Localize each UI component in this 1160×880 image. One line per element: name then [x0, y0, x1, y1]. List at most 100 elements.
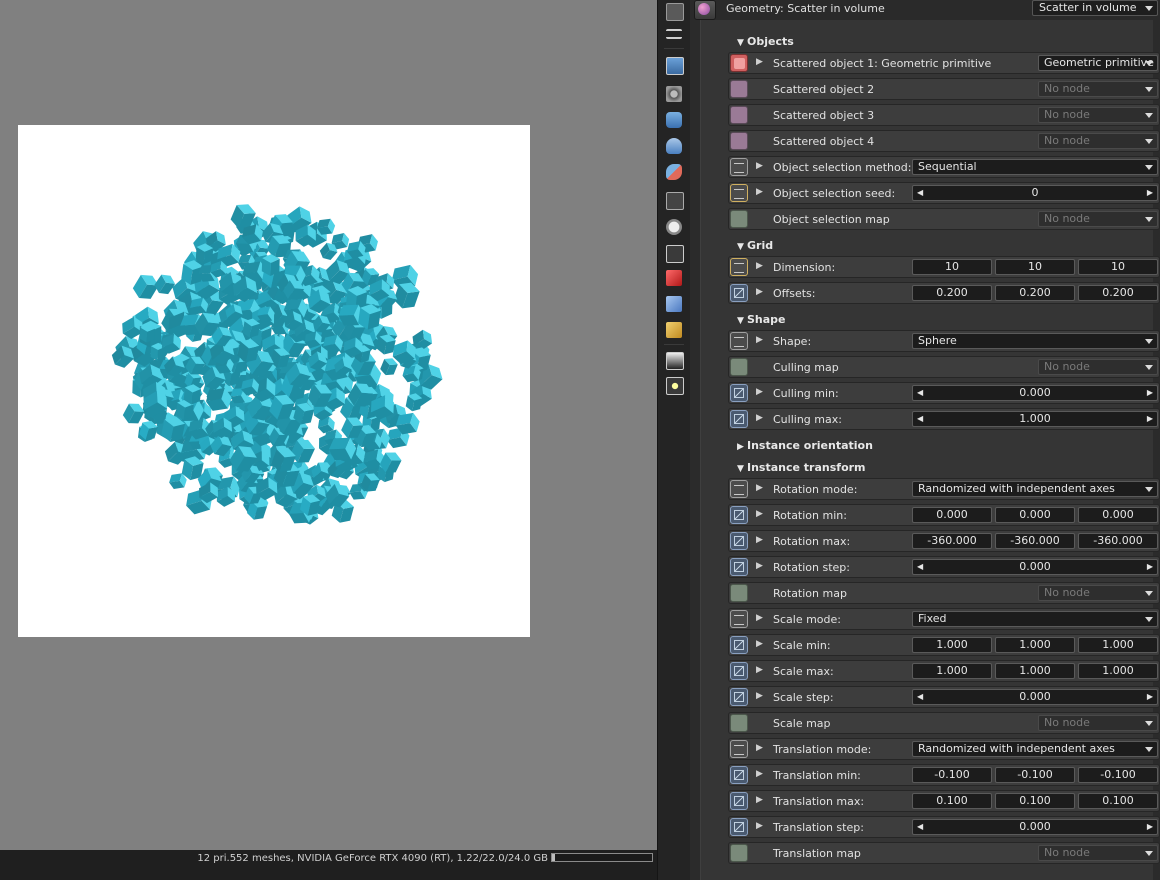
light-icon[interactable]	[666, 377, 684, 395]
scale-max-z-input[interactable]: 1.000	[1078, 663, 1158, 679]
int-pin-icon[interactable]	[730, 184, 748, 202]
texture-pin-icon[interactable]	[730, 358, 748, 376]
rotation-max-y-input[interactable]: -360.000	[995, 533, 1075, 549]
rotation-step-slider[interactable]: ◀ 0.000 ▶	[912, 559, 1158, 575]
float-pin-icon[interactable]	[730, 662, 748, 680]
float-pin-icon[interactable]	[730, 766, 748, 784]
stack-icon[interactable]	[666, 112, 682, 128]
enum-pin-icon[interactable]	[730, 158, 748, 176]
list-icon[interactable]	[666, 29, 682, 39]
scale-mode-dropdown[interactable]: Fixed	[912, 611, 1158, 627]
float-pin-icon[interactable]	[730, 792, 748, 810]
camera-icon[interactable]	[666, 86, 682, 102]
expand-arrow-icon[interactable]: ▶	[756, 821, 763, 831]
texture-pin-icon[interactable]	[730, 714, 748, 732]
image-icon[interactable]	[666, 57, 684, 75]
float-pin-icon[interactable]	[730, 688, 748, 706]
object-pin-icon[interactable]	[730, 106, 748, 124]
translation-mode-dropdown[interactable]: Randomized with independent axes	[912, 741, 1158, 757]
expand-arrow-icon[interactable]: ▶	[756, 287, 763, 297]
dimension-z-input[interactable]: 10	[1078, 259, 1158, 275]
expand-arrow-icon[interactable]: ▶	[756, 413, 763, 423]
expand-arrow-icon[interactable]: ▶	[756, 161, 763, 171]
enum-pin-icon[interactable]	[730, 480, 748, 498]
rotation-map-dropdown[interactable]: No node	[1038, 585, 1158, 601]
yellow-cubes-icon[interactable]	[666, 322, 682, 338]
window-icon[interactable]	[666, 3, 684, 21]
film-icon[interactable]	[666, 192, 684, 210]
primitive-pin-icon[interactable]	[730, 54, 748, 72]
texture-pin-icon[interactable]	[730, 210, 748, 228]
object-selection-method-dropdown[interactable]: Sequential	[912, 159, 1158, 175]
translation-min-z-input[interactable]: -0.100	[1078, 767, 1158, 783]
teapot-icon[interactable]	[666, 138, 682, 154]
shape-dropdown[interactable]: Sphere	[912, 333, 1158, 349]
object-pin-icon[interactable]	[730, 132, 748, 150]
texture-pin-icon[interactable]	[730, 584, 748, 602]
expand-arrow-icon[interactable]: ▶	[756, 335, 763, 345]
expand-arrow-icon[interactable]: ▶	[756, 561, 763, 571]
culling-map-dropdown[interactable]: No node	[1038, 359, 1158, 375]
section-instance-transform[interactable]: ▼ Instance transform	[737, 461, 866, 474]
object-selection-seed-slider[interactable]: ◀ 0 ▶	[912, 185, 1158, 201]
render-image[interactable]	[18, 125, 530, 637]
translation-max-z-input[interactable]: 0.100	[1078, 793, 1158, 809]
render-viewport[interactable]	[0, 0, 657, 850]
section-instance-orientation[interactable]: ▶ Instance orientation	[737, 439, 873, 452]
rotation-min-x-input[interactable]: 0.000	[912, 507, 992, 523]
section-shape[interactable]: ▼ Shape	[737, 313, 786, 326]
texture-pin-icon[interactable]	[730, 844, 748, 862]
enum-pin-icon[interactable]	[730, 740, 748, 758]
rotation-mode-dropdown[interactable]: Randomized with independent axes	[912, 481, 1158, 497]
enum-pin-icon[interactable]	[730, 610, 748, 628]
expand-arrow-icon[interactable]: ▶	[756, 743, 763, 753]
offsets-z-input[interactable]: 0.200	[1078, 285, 1158, 301]
node-type-icon[interactable]	[694, 0, 716, 20]
translation-min-x-input[interactable]: -0.100	[912, 767, 992, 783]
float-pin-icon[interactable]	[730, 284, 748, 302]
scale-map-dropdown[interactable]: No node	[1038, 715, 1158, 731]
dimension-x-input[interactable]: 10	[912, 259, 992, 275]
expand-arrow-icon[interactable]: ▶	[756, 769, 763, 779]
expand-arrow-icon[interactable]: ▶	[756, 535, 763, 545]
offsets-y-input[interactable]: 0.200	[995, 285, 1075, 301]
culling-min-slider[interactable]: ◀ 0.000 ▶	[912, 385, 1158, 401]
expand-arrow-icon[interactable]: ▶	[756, 639, 763, 649]
red-cube-icon[interactable]	[666, 270, 682, 286]
scale-step-slider[interactable]: ◀ 0.000 ▶	[912, 689, 1158, 705]
material-icon[interactable]	[666, 164, 682, 180]
scattered-object-3-dropdown[interactable]: No node	[1038, 107, 1158, 123]
section-objects[interactable]: ▼ Objects	[737, 35, 794, 48]
expand-arrow-icon[interactable]: ▶	[756, 261, 763, 271]
scale-max-y-input[interactable]: 1.000	[995, 663, 1075, 679]
object-selection-map-dropdown[interactable]: No node	[1038, 211, 1158, 227]
expand-arrow-icon[interactable]: ▶	[756, 613, 763, 623]
clock-icon[interactable]	[666, 219, 682, 235]
enum-pin-icon[interactable]	[730, 332, 748, 350]
expand-arrow-icon[interactable]: ▶	[756, 187, 763, 197]
object-pin-icon[interactable]	[730, 80, 748, 98]
rotation-min-y-input[interactable]: 0.000	[995, 507, 1075, 523]
translation-max-x-input[interactable]: 0.100	[912, 793, 992, 809]
float-pin-icon[interactable]	[730, 506, 748, 524]
float-pin-icon[interactable]	[730, 558, 748, 576]
translation-max-y-input[interactable]: 0.100	[995, 793, 1075, 809]
float-pin-icon[interactable]	[730, 532, 748, 550]
translation-min-y-input[interactable]: -0.100	[995, 767, 1075, 783]
expand-arrow-icon[interactable]: ▶	[756, 691, 763, 701]
section-grid[interactable]: ▼ Grid	[737, 239, 773, 252]
translation-step-slider[interactable]: ◀ 0.000 ▶	[912, 819, 1158, 835]
float-pin-icon[interactable]	[730, 636, 748, 654]
expand-arrow-icon[interactable]: ▶	[756, 387, 763, 397]
scale-max-x-input[interactable]: 1.000	[912, 663, 992, 679]
dimension-y-input[interactable]: 10	[995, 259, 1075, 275]
float-pin-icon[interactable]	[730, 410, 748, 428]
graph-icon[interactable]	[666, 245, 684, 263]
expand-arrow-icon[interactable]: ▶	[756, 509, 763, 519]
rotation-max-z-input[interactable]: -360.000	[1078, 533, 1158, 549]
scattered-object-4-dropdown[interactable]: No node	[1038, 133, 1158, 149]
scattered-object-2-dropdown[interactable]: No node	[1038, 81, 1158, 97]
expand-arrow-icon[interactable]: ▶	[756, 795, 763, 805]
culling-max-slider[interactable]: ◀ 1.000 ▶	[912, 411, 1158, 427]
scattered-object-1-dropdown[interactable]: Geometric primitive	[1038, 55, 1158, 71]
